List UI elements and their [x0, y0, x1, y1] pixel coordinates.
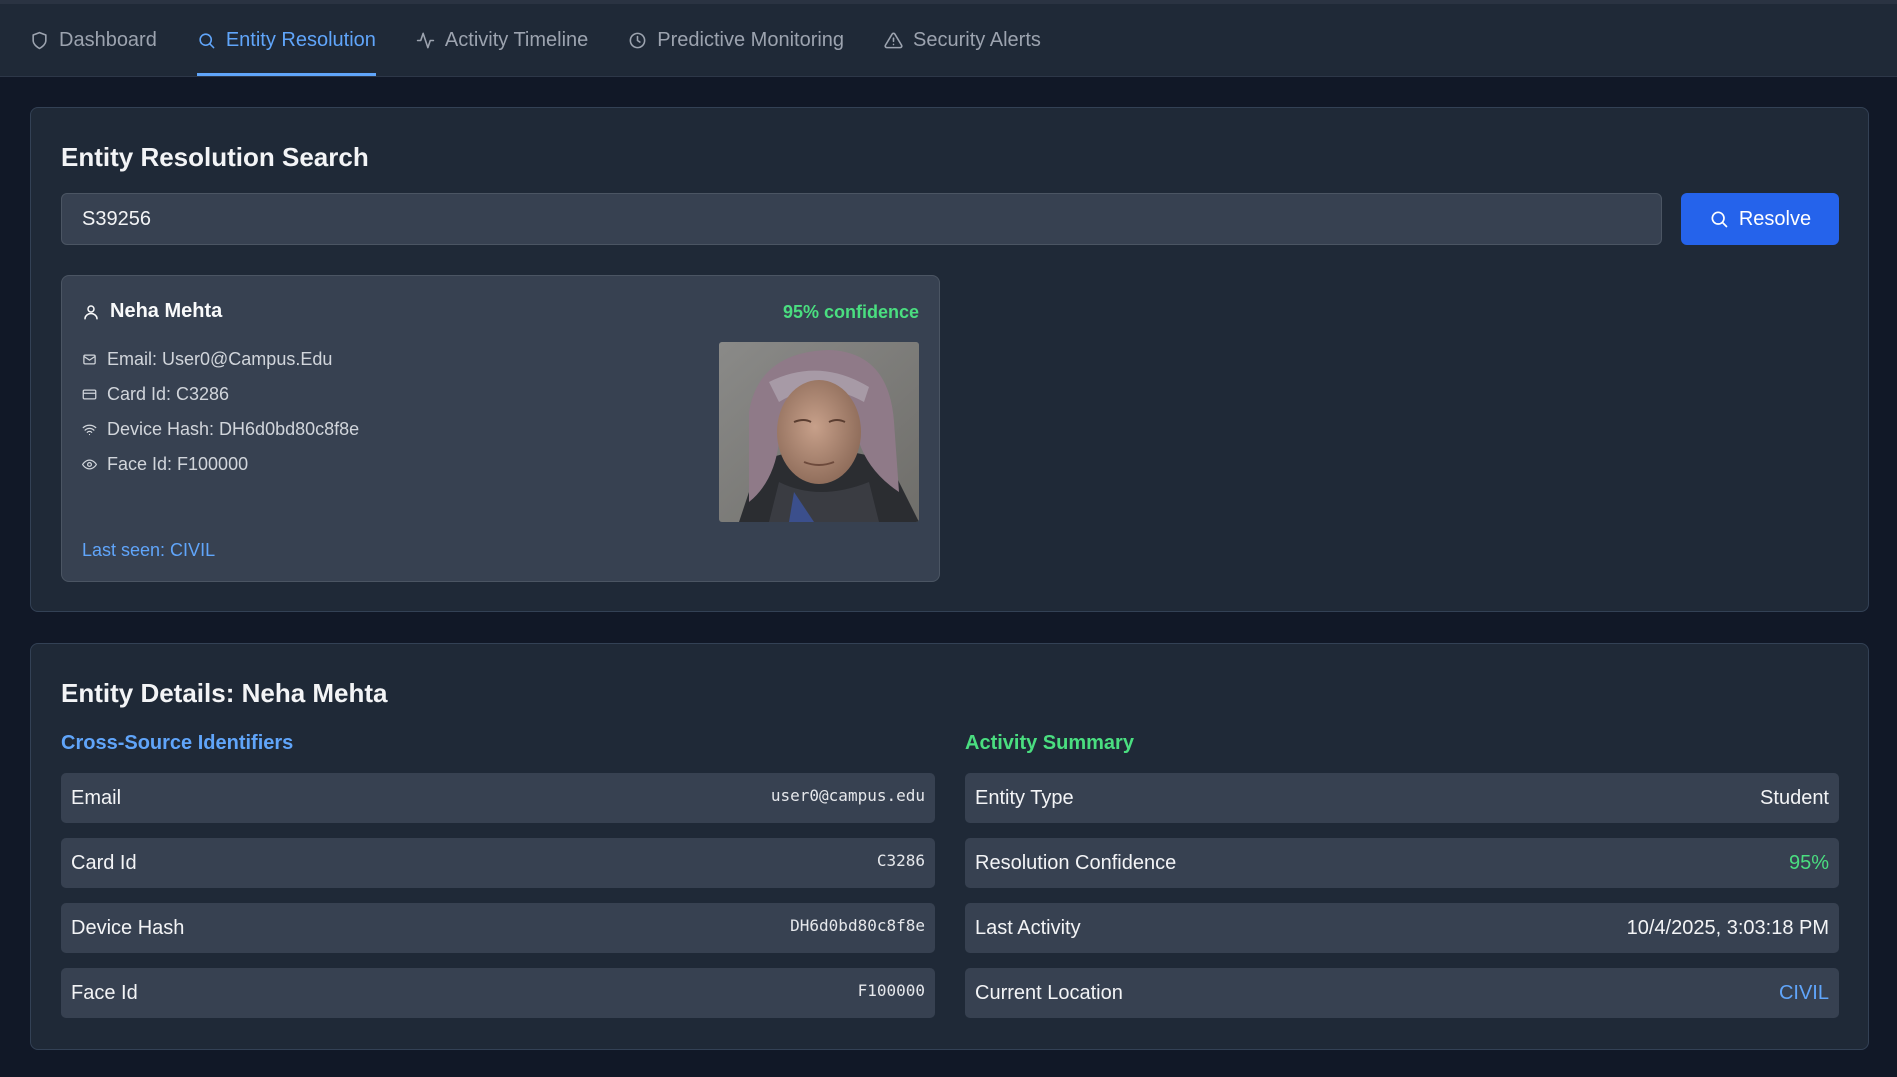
face-photo [719, 342, 919, 522]
card-field-face-id: Face Id: F100000 [82, 447, 359, 482]
cross-source-identifiers-title: Cross-Source Identifiers [61, 732, 294, 754]
eye-icon [82, 459, 97, 470]
panel-title: Entity Resolution Search [61, 142, 369, 172]
panel-title: Entity Details: Neha Mehta [61, 678, 388, 708]
card-field-device-hash: Device Hash: DH6d0bd80c8f8e [82, 412, 359, 447]
row-label: Resolution Confidence [975, 851, 1177, 874]
main-nav: Dashboard Entity Resolution Activity Tim… [0, 4, 1897, 77]
summary-row: Current Location CIVIL [965, 968, 1839, 1018]
summary-row: Resolution Confidence 95% [965, 838, 1839, 888]
row-value: Student [1760, 786, 1829, 809]
row-label: Face Id [71, 981, 138, 1004]
entity-result-card[interactable]: Neha Mehta 95% confidence Email: User0@C… [61, 275, 940, 582]
row-value: CIVIL [1778, 981, 1829, 1004]
entity-name: Neha Mehta [82, 300, 222, 323]
identifier-row: Email user0@campus.edu [61, 773, 935, 823]
tab-activity-timeline[interactable]: Activity Timeline [416, 4, 588, 76]
activity-summary-title: Activity Summary [965, 732, 1134, 754]
card-field-email: Email: User0@Campus.Edu [82, 342, 359, 377]
shield-icon [32, 31, 47, 49]
wifi-icon [82, 424, 97, 436]
tab-label: Predictive Monitoring [657, 28, 845, 51]
card-icon [82, 389, 97, 400]
alert-triangle-icon [884, 32, 903, 48]
tab-security-alerts[interactable]: Security Alerts [884, 4, 1041, 76]
summary-row: Entity Type Student [965, 773, 1839, 823]
resolve-button[interactable]: Resolve [1681, 193, 1839, 245]
summary-row: Last Activity 10/4/2025, 3:03:18 PM [965, 903, 1839, 953]
row-label: Card Id [71, 851, 137, 874]
search-icon [1711, 211, 1728, 228]
identifier-row: Face Id F100000 [61, 968, 935, 1018]
identifier-row: Device Hash DH6d0bd80c8f8e [61, 903, 935, 953]
row-label: Device Hash [71, 916, 185, 939]
row-value: DH6d0bd80c8f8e [790, 915, 925, 935]
row-value: 10/4/2025, 3:03:18 PM [1626, 916, 1829, 939]
entity-name-text: Neha Mehta [110, 300, 223, 322]
tab-label: Security Alerts [913, 28, 1041, 51]
row-label: Last Activity [975, 916, 1081, 939]
entity-details-panel: Entity Details: Neha Mehta Cross-Source … [30, 643, 1869, 1050]
resolve-button-label: Resolve [1738, 207, 1812, 230]
row-value: C3286 [876, 850, 925, 870]
tab-label: Activity Timeline [444, 28, 589, 51]
entity-resolution-search-panel: Entity Resolution Search Resolve Neha Me… [30, 107, 1869, 612]
identifier-row: Card Id C3286 [61, 838, 935, 888]
search-input[interactable] [61, 193, 1662, 245]
activity-icon [416, 32, 435, 48]
tab-label: Entity Resolution [225, 28, 376, 51]
row-value: 95% [1788, 851, 1829, 874]
card-field-text: Card Id: C3286 [107, 384, 230, 404]
row-value: F100000 [857, 980, 925, 1000]
last-seen: Last seen: CIVIL [82, 540, 216, 560]
row-label: Entity Type [975, 786, 1074, 809]
confidence-badge: 95% confidence [782, 302, 919, 322]
identifiers-list: Email user0@campus.edu Card Id C3286 Dev… [61, 773, 935, 1033]
row-label: Email [71, 786, 122, 809]
activity-summary-list: Entity Type Student Resolution Confidenc… [965, 773, 1839, 1033]
tab-label: Dashboard [59, 28, 157, 51]
clock-icon [629, 32, 646, 48]
user-icon [84, 304, 98, 319]
tab-predictive-monitoring[interactable]: Predictive Monitoring [628, 4, 844, 76]
tab-entity-resolution[interactable]: Entity Resolution [196, 4, 376, 76]
card-field-card-id: Card Id: C3286 [82, 377, 359, 412]
card-field-text: Device Hash: DH6d0bd80c8f8e [107, 419, 360, 439]
search-icon [199, 32, 215, 48]
card-field-text: Face Id: F100000 [107, 454, 249, 474]
card-fields: Email: User0@Campus.Edu Card Id: C3286 D… [82, 342, 359, 482]
row-label: Current Location [975, 981, 1123, 1004]
mail-icon [83, 354, 96, 365]
card-field-text: Email: User0@Campus.Edu [107, 349, 333, 369]
tab-dashboard[interactable]: Dashboard [30, 4, 157, 76]
row-value: user0@campus.edu [770, 785, 925, 805]
